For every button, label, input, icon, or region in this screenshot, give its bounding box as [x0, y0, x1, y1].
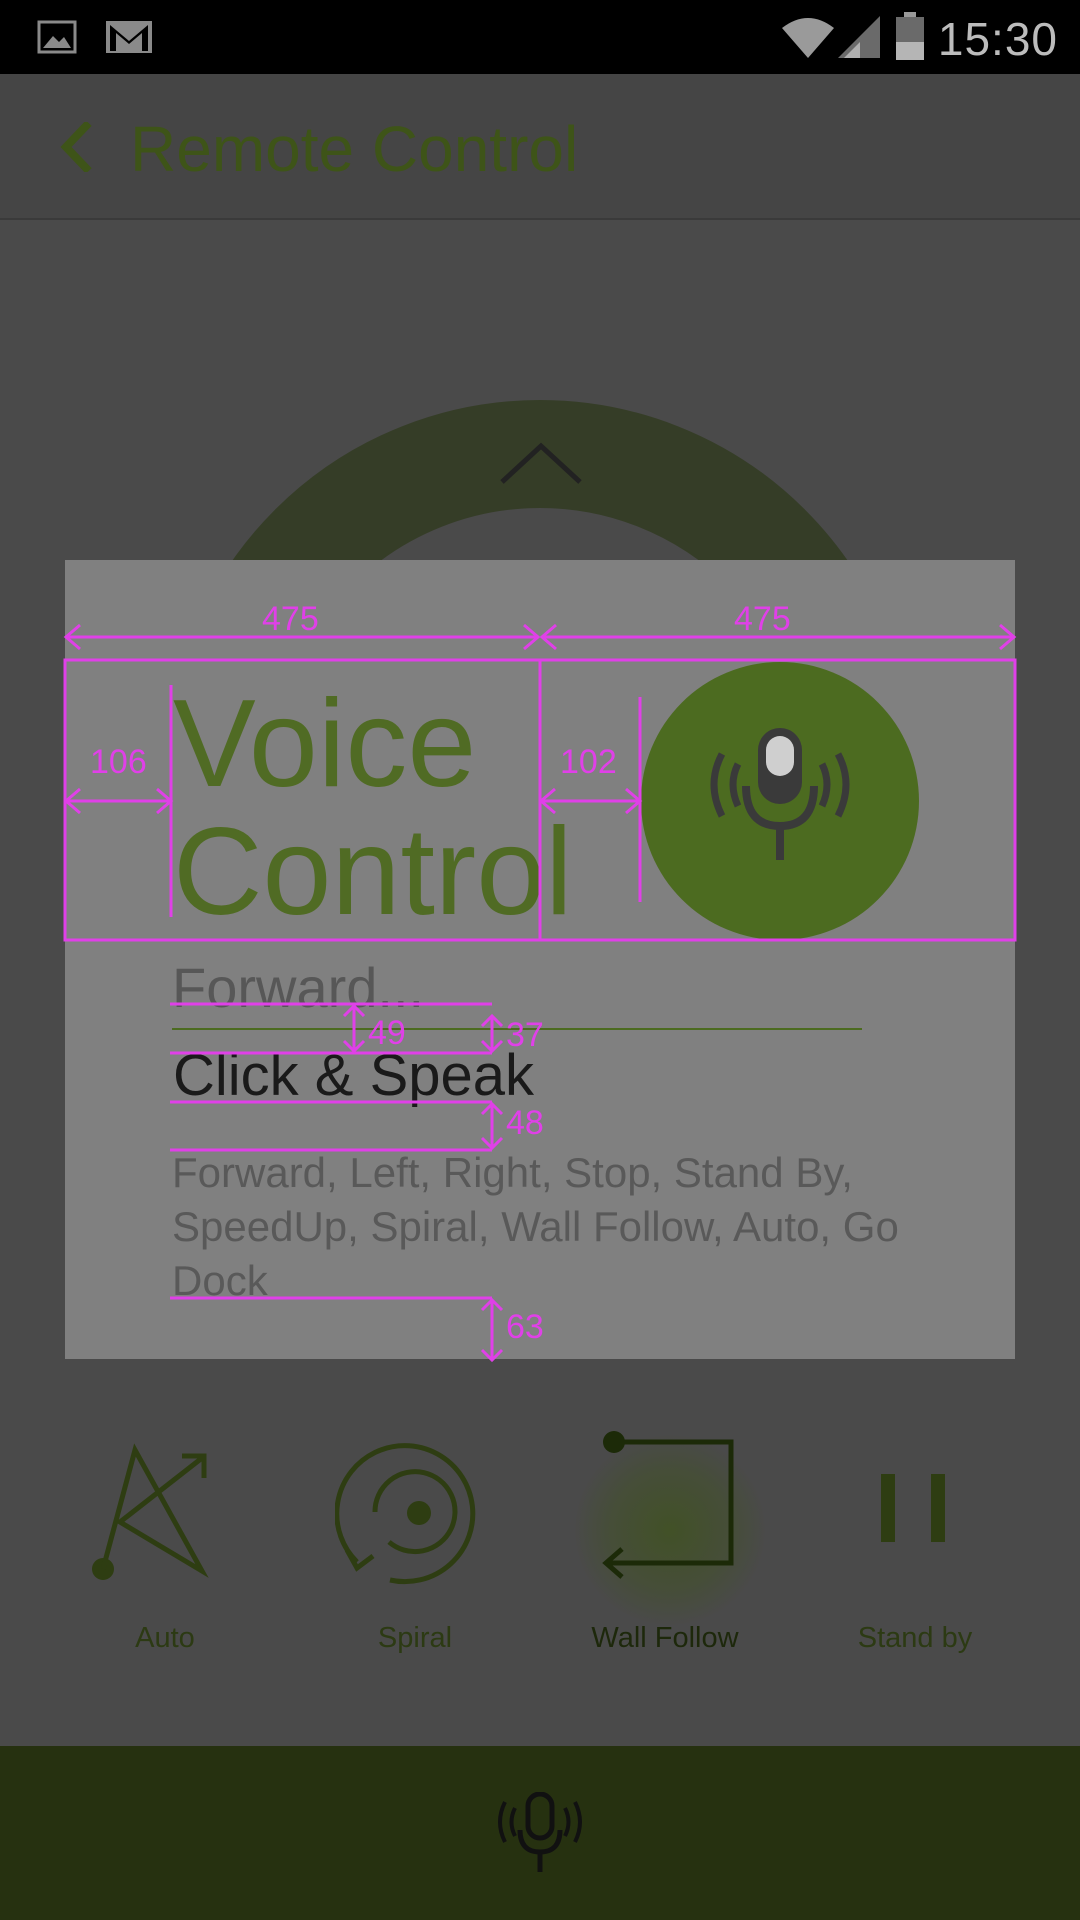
chevron-up-icon [500, 442, 582, 484]
voice-input-value: Forward... [172, 956, 425, 1019]
microphone-icon [710, 728, 850, 860]
app-bar: Remote Control [0, 74, 1080, 220]
dialog-title-line1: Voice [173, 675, 477, 813]
signal-icon [838, 16, 880, 58]
click-speak-label: Click & Speak [173, 1043, 535, 1108]
gmail-icon [106, 21, 152, 53]
dialog-title-line2: Control [173, 803, 573, 941]
pause-icon [881, 1474, 945, 1542]
mode-row: Auto Spiral Wall Follow Stand by [0, 1410, 1080, 1710]
mode-label-stand-by: Stand by [857, 1622, 973, 1654]
battery-icon [896, 12, 924, 60]
status-bar: 15:30 [0, 0, 1080, 74]
mode-label-auto: Auto [135, 1622, 195, 1654]
mode-label-wall-follow: Wall Follow [591, 1622, 739, 1654]
status-time: 15:30 [937, 13, 1058, 65]
auto-path-icon [92, 1443, 209, 1580]
mode-label-spiral: Spiral [377, 1622, 453, 1654]
chevron-left-icon[interactable] [56, 122, 96, 172]
commands-hint: Forward, Left, Right, Stop, Stand By, Sp… [172, 1149, 899, 1304]
spiral-icon [335, 1443, 476, 1585]
microphone-icon[interactable] [493, 1792, 587, 1876]
wall-follow-icon [602, 1431, 734, 1579]
mic-button[interactable] [641, 662, 919, 940]
dialog-title: Voice Control [173, 680, 573, 936]
page-title: Remote Control [130, 113, 579, 185]
image-icon [37, 20, 77, 54]
bottom-bar [0, 1746, 1080, 1920]
voice-control-dialog: Voice Control Forward... Click & Speak F… [65, 560, 1015, 1359]
wifi-icon [782, 18, 834, 58]
voice-input[interactable]: Forward... [172, 955, 862, 1030]
